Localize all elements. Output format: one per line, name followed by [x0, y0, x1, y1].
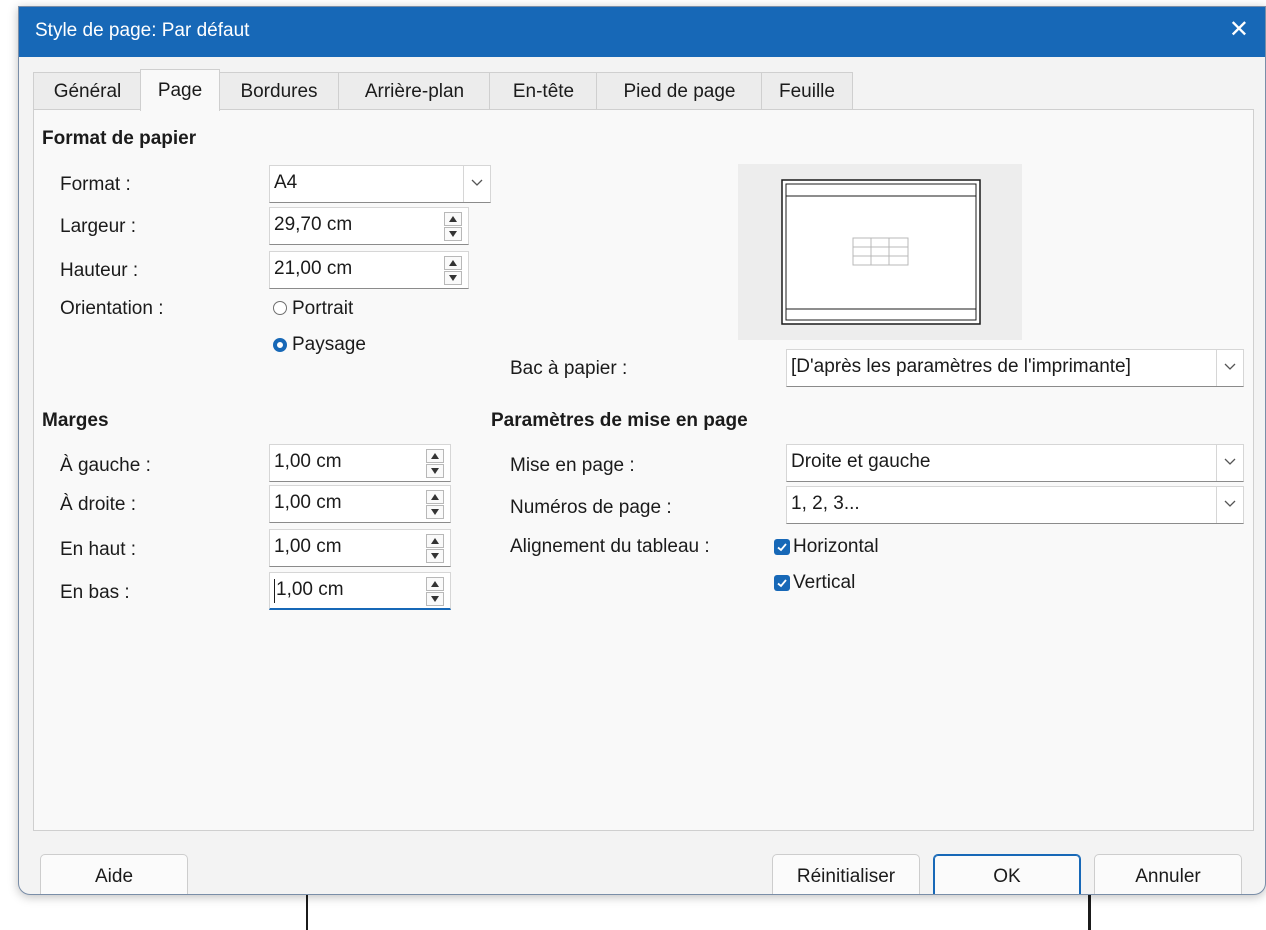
table-alignment-label: Alignement du tableau :	[510, 536, 710, 557]
tab-background[interactable]: Arrière-plan	[338, 72, 491, 110]
top-margin-increment-button[interactable]	[426, 534, 444, 548]
left-margin-spinbox[interactable]: 1,00 cm	[269, 444, 451, 482]
right-margin-spinbox[interactable]: 1,00 cm	[269, 485, 451, 523]
tab-borders[interactable]: Bordures	[218, 72, 340, 110]
tab-sheet[interactable]: Feuille	[761, 72, 853, 110]
paper-tray-label: Bac à papier :	[510, 358, 628, 379]
bottom-margin-value: 1,00 cm	[276, 579, 344, 600]
tab-general[interactable]: Général	[33, 72, 142, 110]
right-margin-value: 1,00 cm	[274, 492, 342, 513]
checkmark-icon	[777, 543, 787, 552]
chevron-down-icon	[1224, 458, 1236, 465]
ok-button[interactable]: OK	[933, 854, 1081, 894]
paper-tray-dropdown-button[interactable]	[1216, 350, 1243, 386]
vertical-label[interactable]: Vertical	[793, 572, 855, 594]
horizontal-checkbox[interactable]	[774, 539, 790, 555]
bottom-margin-increment-button[interactable]	[426, 577, 444, 591]
tab-footer[interactable]: Pied de page	[596, 72, 763, 110]
height-decrement-button[interactable]	[444, 271, 462, 285]
paper-format-heading: Format de papier	[42, 128, 197, 149]
paper-tray-select[interactable]: [D'après les paramètres de l'imprimante]	[786, 349, 1244, 387]
width-value: 29,70 cm	[274, 214, 353, 235]
title-bar: Style de page: Par défaut ✕	[19, 7, 1265, 57]
top-margin-spinbox[interactable]: 1,00 cm	[269, 529, 451, 567]
width-decrement-button[interactable]	[444, 227, 462, 241]
landscape-label[interactable]: Paysage	[292, 334, 366, 356]
height-increment-button[interactable]	[444, 256, 462, 270]
page-numbering-dropdown-button[interactable]	[1216, 487, 1243, 523]
cancel-button[interactable]: Annuler	[1094, 854, 1242, 894]
background-document-line	[1088, 893, 1091, 930]
right-margin-decrement-button[interactable]	[426, 505, 444, 519]
right-margin-increment-button[interactable]	[426, 490, 444, 504]
top-margin-label: En haut :	[60, 539, 137, 560]
page-layout-select[interactable]: Droite et gauche	[786, 444, 1244, 482]
tab-page[interactable]: Page	[140, 69, 220, 111]
landscape-page-preview-icon	[781, 179, 981, 325]
format-select[interactable]: A4	[269, 165, 491, 203]
tab-header[interactable]: En-tête	[489, 72, 598, 110]
layout-settings-heading: Paramètres de mise en page	[491, 410, 748, 431]
left-margin-decrement-button[interactable]	[426, 464, 444, 478]
horizontal-label[interactable]: Horizontal	[793, 536, 879, 558]
checkmark-icon	[777, 579, 787, 588]
text-cursor	[274, 579, 275, 603]
height-stepper	[444, 256, 462, 286]
bottom-margin-stepper	[426, 577, 444, 607]
margins-heading: Marges	[42, 410, 109, 431]
format-label: Format :	[60, 174, 131, 195]
chevron-down-icon	[1224, 500, 1236, 507]
width-increment-button[interactable]	[444, 212, 462, 226]
reset-button[interactable]: Réinitialiser	[772, 854, 920, 894]
left-margin-value: 1,00 cm	[274, 451, 342, 472]
left-margin-stepper	[426, 449, 444, 479]
format-dropdown-button[interactable]	[463, 166, 490, 202]
width-spinbox[interactable]: 29,70 cm	[269, 207, 469, 245]
left-margin-increment-button[interactable]	[426, 449, 444, 463]
window-title: Style de page: Par défaut	[35, 20, 250, 41]
bottom-margin-decrement-button[interactable]	[426, 592, 444, 606]
top-margin-decrement-button[interactable]	[426, 549, 444, 563]
height-spinbox[interactable]: 21,00 cm	[269, 251, 469, 289]
right-margin-label: À droite :	[60, 494, 137, 515]
bottom-margin-spinbox[interactable]: 1,00 cm	[269, 572, 451, 610]
portrait-radio[interactable]	[273, 301, 287, 315]
format-value: A4	[274, 172, 298, 193]
page-numbering-value: 1, 2, 3...	[791, 493, 860, 514]
right-margin-stepper	[426, 490, 444, 520]
page-layout-label: Mise en page :	[510, 455, 635, 476]
page-preview	[738, 164, 1022, 340]
width-stepper	[444, 212, 462, 242]
help-button[interactable]: Aide	[40, 854, 188, 894]
page-layout-dropdown-button[interactable]	[1216, 445, 1243, 481]
top-margin-value: 1,00 cm	[274, 536, 342, 557]
page-layout-value: Droite et gauche	[791, 451, 931, 472]
page-tab-panel: Format de papier Format : A4 Largeur : 2…	[33, 109, 1254, 831]
close-icon[interactable]: ✕	[1229, 16, 1249, 44]
top-margin-stepper	[426, 534, 444, 564]
orientation-label: Orientation :	[60, 298, 164, 319]
height-value: 21,00 cm	[274, 258, 353, 279]
paper-tray-value: [D'après les paramètres de l'imprimante]	[791, 356, 1131, 377]
page-numbering-select[interactable]: 1, 2, 3...	[786, 486, 1244, 524]
bottom-margin-label: En bas :	[60, 582, 130, 603]
portrait-label[interactable]: Portrait	[292, 298, 353, 320]
width-label: Largeur :	[60, 216, 137, 237]
height-label: Hauteur :	[60, 260, 139, 281]
landscape-radio[interactable]	[273, 338, 287, 352]
background-document-line	[306, 893, 308, 930]
chevron-down-icon	[1224, 363, 1236, 370]
vertical-checkbox[interactable]	[774, 575, 790, 591]
page-numbering-label: Numéros de page :	[510, 497, 672, 518]
left-margin-label: À gauche :	[60, 455, 151, 476]
page-style-dialog: Style de page: Par défaut ✕ Général Page…	[18, 6, 1266, 895]
chevron-down-icon	[471, 179, 483, 186]
